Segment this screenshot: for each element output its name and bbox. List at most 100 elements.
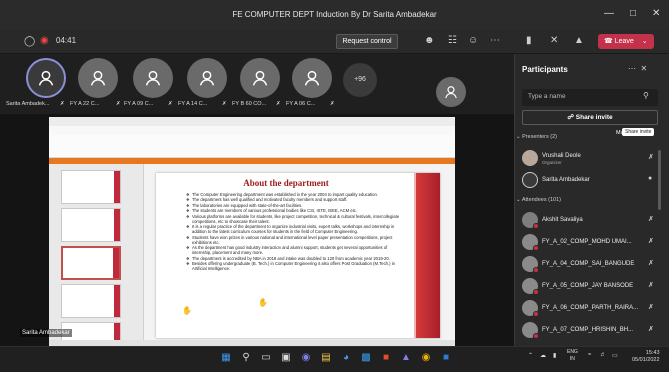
people-icon[interactable]: ☻	[424, 35, 435, 46]
participant-tile-label: FY A 09 C...	[124, 101, 154, 107]
participant-tile[interactable]	[133, 58, 173, 98]
avatar	[522, 172, 538, 188]
mic-off-icon: ✗	[168, 101, 173, 107]
leave-button[interactable]: ☎ Leave ⌄	[598, 34, 654, 49]
chevron-down-icon[interactable]: ⌄	[642, 38, 648, 45]
edge-icon[interactable]: ◕	[339, 351, 353, 365]
slide-bullet: The students are members of various prof…	[186, 208, 406, 213]
meeting-toolbar: ◯ ◉ 04:41 ☻ ☷ ☺ ⋯ ▮ ✕ ▲	[0, 30, 669, 54]
participant-row[interactable]: Sarita Ambadekar ●	[522, 172, 662, 190]
teams-icon[interactable]: ▲	[399, 351, 413, 365]
participant-row[interactable]: Vrushali Deole Organizer ✗	[522, 150, 662, 168]
share-tray-icon[interactable]: ▲	[574, 35, 584, 46]
word-icon[interactable]: ■	[439, 351, 453, 365]
reactions-icon[interactable]: ☺	[468, 35, 478, 46]
participant-row[interactable]: FY_A_02_COMP_MOHD UMAI... ✗	[522, 234, 662, 252]
share-invite-button[interactable]: ☍ Share invite	[522, 110, 658, 125]
participant-tile-label: FY A 22 C...	[70, 101, 100, 107]
status-dot	[533, 267, 539, 273]
avatar	[522, 150, 538, 166]
task-view-icon[interactable]: ▭	[259, 351, 273, 365]
status-dot	[533, 223, 539, 229]
search-icon[interactable]: ⚲	[239, 351, 253, 365]
participant-name: FY_A_06_COMP_PARTH_RAIRA...	[542, 305, 639, 311]
start-icon[interactable]: ▦	[219, 351, 233, 365]
search-icon: ⚲	[643, 91, 649, 100]
minimize-button[interactable]: —	[604, 8, 614, 19]
slide-bullet: As the department has good industry inte…	[186, 245, 406, 255]
presenters-header[interactable]: ⌄ Presenters (2)	[516, 134, 557, 140]
mic-off-icon: ✗	[222, 101, 227, 107]
participant-tile[interactable]	[292, 58, 332, 98]
store-icon[interactable]: ▩	[359, 351, 373, 365]
battery-status-icon[interactable]: ▭	[612, 352, 618, 359]
presenter-name-tag: Sarita Ambadekar	[20, 329, 72, 337]
panel-more-icon[interactable]: ⋯ ✕	[628, 64, 647, 73]
ppt-ribbon-tabs	[49, 126, 455, 135]
battery-icon[interactable]: ▮	[553, 352, 556, 359]
participant-tile[interactable]	[187, 58, 227, 98]
panel-scrollbar[interactable]	[658, 150, 661, 210]
taskbar-clock[interactable]: 15:43 05/01/2022	[632, 350, 660, 364]
mic-off-icon: ✗	[648, 216, 654, 223]
slide-bullet: Various platforms are available for stud…	[186, 214, 406, 224]
mic-off-icon: ✗	[276, 101, 281, 107]
widgets-icon[interactable]: ▣	[279, 351, 293, 365]
participant-tile[interactable]	[436, 77, 466, 107]
more-participants-tile[interactable]: +96	[343, 63, 377, 97]
mic-off-icon: ✗	[648, 260, 654, 267]
participant-name: Sarita Ambadekar	[542, 177, 590, 183]
file-explorer-icon[interactable]: ▤	[319, 351, 333, 365]
participant-row[interactable]: FY_A_06_COMP_PARTH_RAIRA... ✗	[522, 300, 662, 318]
slide-thumbnails	[49, 164, 144, 346]
maximize-button[interactable]: □	[630, 8, 636, 19]
mic-off-icon: ✗	[648, 326, 654, 333]
participant-tile[interactable]	[26, 58, 66, 98]
chrome-icon[interactable]: ◉	[419, 351, 433, 365]
ppt-ribbon	[49, 135, 455, 158]
status-dot	[533, 333, 539, 339]
participant-row[interactable]: FY_A_07_COMP_HRISHIN_BH... ✗	[522, 322, 662, 340]
window-title: FE COMPUTER DEPT Induction By Dr Sarita …	[232, 10, 437, 19]
meeting-timer: 04:41	[56, 36, 77, 45]
onedrive-icon[interactable]: ☁	[540, 352, 546, 359]
participant-row[interactable]: Akshit Savaliya ✗	[522, 212, 662, 230]
more-options-icon[interactable]: ⋯	[490, 35, 500, 46]
mic-off-icon: ✗	[60, 101, 65, 107]
close-button[interactable]: ✕	[652, 8, 660, 19]
chat-icon[interactable]: ☷	[448, 35, 457, 46]
person-icon	[304, 70, 320, 86]
tray-chevron-icon[interactable]: ⌃	[528, 352, 533, 359]
person-icon	[445, 86, 457, 99]
search-placeholder: Type a name	[528, 93, 566, 100]
share-invite-tooltip: Share invite	[622, 128, 655, 136]
participant-row[interactable]: FY_A_04_COMP_SAI_BANGUDE ✗	[522, 256, 662, 274]
participant-name: FY_A_07_COMP_HRISHIN_BH...	[542, 327, 634, 333]
powerpoint-icon[interactable]: ■	[379, 351, 393, 365]
volume-icon[interactable]: ♬	[600, 352, 606, 358]
participant-tile[interactable]	[78, 58, 118, 98]
raised-hand-icon: ✋	[182, 306, 192, 315]
status-dot	[533, 311, 539, 317]
wifi-icon[interactable]: ≈	[588, 352, 591, 358]
leave-label: Leave	[614, 38, 634, 45]
slide-thumbnail	[61, 170, 121, 204]
person-icon	[90, 70, 106, 86]
teams-chat-icon[interactable]: ◉	[299, 351, 313, 365]
slide-bullet: It is a regular practice of the departme…	[186, 224, 406, 234]
participant-tile[interactable]	[240, 58, 280, 98]
participant-row[interactable]: FY_A_05_COMP_JAY BANSODE ✗	[522, 278, 662, 296]
participant-tile-label: Sarita Ambadek...	[6, 101, 50, 107]
mic-off-icon[interactable]: ✕	[550, 35, 558, 46]
attendees-header[interactable]: ⌄ Attendees (101)	[516, 197, 561, 203]
mic-off-icon: ✗	[648, 238, 654, 245]
language-indicator[interactable]: ENG IN	[567, 349, 578, 363]
mic-off-icon: ✗	[330, 101, 335, 107]
slide-bullet: Besides offering undergraduate (B. Tech.…	[186, 261, 406, 271]
slide-bullet: The department is accredited by NBA in 2…	[186, 256, 406, 261]
camera-icon[interactable]: ▮	[526, 35, 532, 46]
request-control-button[interactable]: Request control	[336, 34, 398, 49]
person-icon	[145, 70, 161, 86]
slide-thumbnail	[61, 284, 121, 318]
shield-icon[interactable]: ◯	[24, 36, 35, 47]
